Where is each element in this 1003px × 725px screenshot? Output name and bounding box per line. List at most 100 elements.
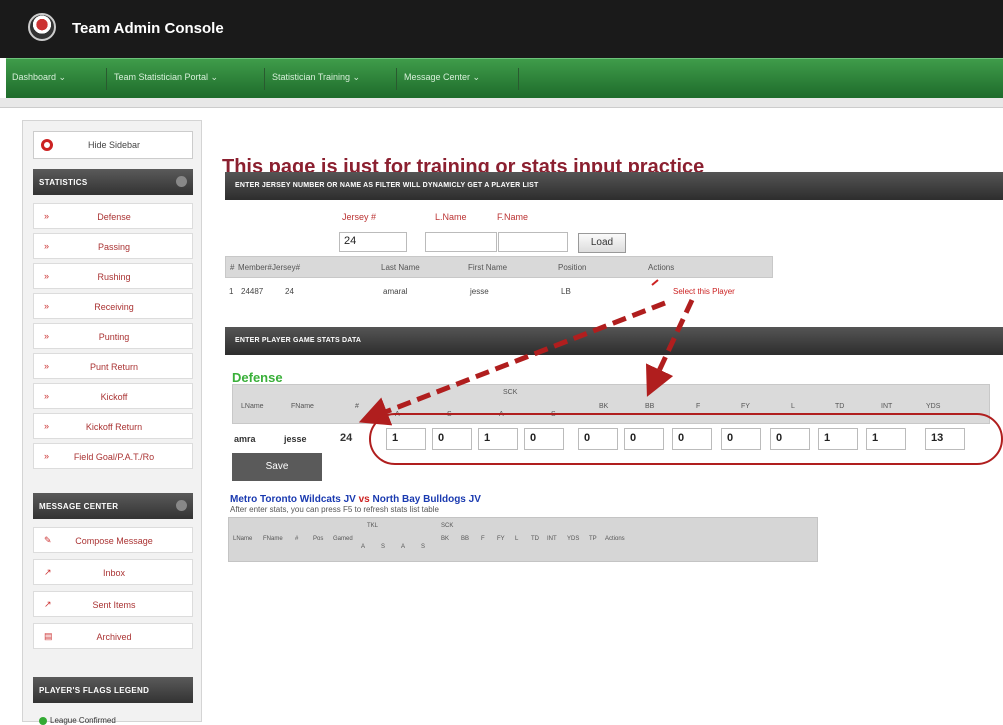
sidebar-item-label: Passing [97,242,131,252]
column-header: A [395,411,400,418]
sidebar-item-label: Punt Return [89,362,139,372]
hide-sidebar-button[interactable]: Hide Sidebar [33,131,193,159]
stat-input-tkl-a[interactable]: 1 [386,428,426,450]
top-header: Team Admin Console [0,0,1003,58]
vs-label: vs [358,494,370,505]
column-header: L [791,403,795,410]
jersey-input[interactable]: 24 [339,232,407,252]
column-header: BK [599,403,609,410]
stat-input-sck-s[interactable]: 0 [524,428,564,450]
tkl-group-label: TKL [367,523,379,529]
sidebar: Hide Sidebar STATISTICS » Defense » Passin… [22,120,202,725]
sidebar-item-passing[interactable]: » Passing [33,233,193,259]
column-header: BB [645,403,655,410]
column-header: F [481,536,485,542]
statistics-title: STATISTICS [39,178,88,187]
message-center-title: MESSAGE CENTER [39,502,119,511]
sidebar-item-punting[interactable]: » Punting [33,323,193,349]
nav-divider [518,68,519,90]
stat-input-tkl-s[interactable]: 0 [432,428,472,450]
column-header: L [515,536,519,542]
nav-message-center[interactable]: Message Center ⌄ [404,72,480,83]
fname-label: F.Name [497,212,529,222]
sck-group-label: SCK [441,523,454,529]
sidebar-item-label: Compose Message [75,536,153,546]
flags-legend-title: PLAYER'S FLAGS LEGEND [39,686,150,695]
sidebar-item-label: Kickoff [100,392,128,402]
sck-group-label: SCK [503,389,518,396]
collapse-icon[interactable] [176,176,187,187]
message-center-section-header: MESSAGE CENTER [33,493,193,519]
select-player-link[interactable]: Select this Player [673,287,735,296]
stat-input-bb[interactable]: 0 [624,428,664,450]
sidebar-item-kickoff[interactable]: » Kickoff [33,383,193,409]
stat-input-yds[interactable]: 13 [925,428,965,450]
header-stripe [0,98,1003,108]
column-header: A [499,411,504,418]
column-header: BB [461,536,470,542]
column-header: S [551,411,556,418]
column-header: TP [589,536,597,542]
last-name: amaral [383,287,408,296]
sidebar-item-inbox[interactable]: ↗ Inbox [33,559,193,585]
sidebar-item-archived[interactable]: ▤ Archived [33,623,193,649]
sidebar-item-compose[interactable]: ✎ Compose Message [33,527,193,553]
legend-item-label: League Confirmed [50,716,116,725]
stat-input-l[interactable]: 0 [770,428,810,450]
sidebar-item-rushing[interactable]: » Rushing [33,263,193,289]
load-button[interactable]: Load [578,233,626,253]
legend-item: League Confirmed [39,716,116,725]
column-header: LName [241,403,264,410]
sidebar-item-label: Sent Items [92,600,136,610]
team-b-name[interactable]: North Bay Bulldogs JV [373,494,481,505]
stat-input-bk[interactable]: 0 [578,428,618,450]
sidebar-item-sent[interactable]: ↗ Sent Items [33,591,193,617]
row-index: 1 [229,287,234,296]
stat-input-td[interactable]: 1 [818,428,858,450]
sidebar-item-field-goal[interactable]: » Field Goal/P.A.T./Ro [33,443,193,469]
nav-team-statistician-portal[interactable]: Team Statistician Portal ⌄ [114,72,218,83]
defense-title: Defense [232,370,283,385]
nav-divider [396,68,397,90]
column-header: S [421,544,426,550]
stat-input-fy[interactable]: 0 [721,428,761,450]
sidebar-item-label: Field Goal/P.A.T./Ro [73,452,155,462]
column-header: FName [291,403,314,410]
app-title: Team Admin Console [72,20,224,37]
column-header: # [355,403,359,410]
team-a-name[interactable]: Metro Toronto Wildcats JV [230,494,356,505]
sidebar-item-punt-return[interactable]: » Punt Return [33,353,193,379]
stat-input-sck-a[interactable]: 1 [478,428,518,450]
column-header: S [447,411,452,418]
column-header: First Name [468,263,508,272]
save-button[interactable]: Save [232,453,322,481]
sidebar-item-receiving[interactable]: » Receiving [33,293,193,319]
column-header: Jersey# [272,263,301,272]
stat-input-int[interactable]: 1 [866,428,906,450]
sidebar-item-kickoff-return[interactable]: » Kickoff Return [33,413,193,439]
main-nav: Dashboard ⌄ Team Statistician Portal ⌄ S… [6,58,1003,98]
player-number: 24 [340,432,353,444]
sidebar-item-label: Rushing [97,272,131,282]
fname-input[interactable] [498,232,568,252]
column-header: FY [497,536,505,542]
sidebar-item-label: Inbox [102,568,126,578]
sidebar-item-defense[interactable]: » Defense [33,203,193,229]
column-header: Last Name [381,263,420,272]
team-logo-icon[interactable] [28,13,56,41]
column-header: INT [547,536,557,542]
lname-input[interactable] [425,232,497,252]
first-name: jesse [470,287,489,296]
column-header: Actions [648,263,675,272]
nav-statistician-training[interactable]: Statistician Training ⌄ [272,72,360,83]
stat-input-f[interactable]: 0 [672,428,712,450]
column-header: Pos [313,536,324,542]
defense-table-header: SCK LName FName # A S A S BK BB F FY L T… [232,384,990,424]
nav-dashboard[interactable]: Dashboard ⌄ [12,72,66,83]
column-header: Position [558,263,587,272]
position: LB [561,287,571,296]
sidebar-item-label: Receiving [94,302,134,312]
column-header: # [230,263,235,272]
statistics-section-header: STATISTICS [33,169,193,195]
collapse-icon[interactable] [176,500,187,511]
